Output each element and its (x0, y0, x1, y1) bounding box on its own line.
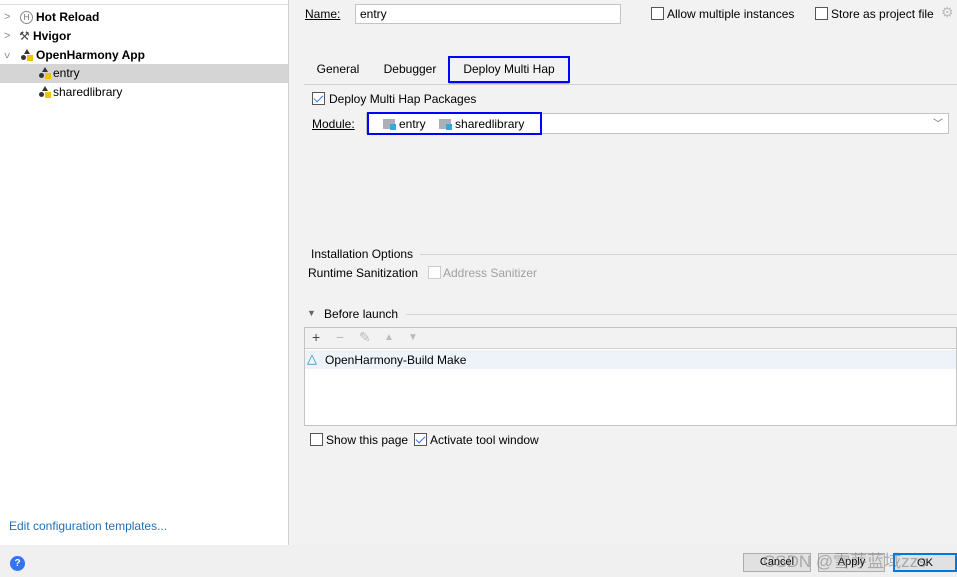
hammer-icon: ⚒ (19, 29, 30, 43)
before-launch-toolbar (305, 328, 956, 349)
module-label: Module: (312, 117, 355, 131)
edit-pencil-icon[interactable]: ✎ (359, 329, 371, 346)
before-launch-heading[interactable]: Before launch (324, 307, 398, 321)
name-label: Name: (305, 7, 341, 21)
chevron-right-icon: > (4, 30, 11, 42)
tree-item-sharedlibrary[interactable]: sharedlibrary (0, 83, 288, 102)
runtime-sanitization-label: Runtime Sanitization (308, 266, 419, 280)
chevron-down-icon: > (0, 52, 13, 59)
deploy-multi-hap-packages-checkbox[interactable] (312, 92, 325, 105)
before-launch-list: △ OpenHarmony-Build Make (304, 327, 957, 426)
gear-icon[interactable]: ⚙ (941, 4, 954, 21)
divider (420, 254, 957, 255)
move-down-icon[interactable]: ▼ (408, 332, 418, 343)
allow-multiple-instances-checkbox[interactable] (651, 7, 664, 20)
openharmony-app-icon (39, 86, 51, 98)
tab-divider (304, 84, 957, 85)
installation-options-heading: Installation Options (311, 247, 414, 261)
tree-toolbar (0, 0, 288, 5)
module-folder-icon (439, 119, 453, 130)
tree-item-label: Hvigor (33, 29, 72, 43)
address-sanitizer-label: Address Sanitizer (443, 266, 538, 280)
hot-reload-icon: H (20, 11, 33, 24)
tree-item-hot-reload[interactable]: > H Hot Reload (0, 8, 288, 27)
store-as-project-file-checkbox[interactable] (815, 7, 828, 20)
tree-item-entry[interactable]: entry (0, 64, 288, 83)
module-highlight: entry sharedlibrary (367, 112, 542, 135)
activate-tool-window-label: Activate tool window (430, 433, 539, 447)
collapse-triangle-icon[interactable]: ▼ (307, 308, 316, 318)
address-sanitizer-checkbox[interactable] (428, 266, 441, 279)
remove-icon[interactable]: − (336, 329, 344, 345)
chevron-right-icon: > (4, 11, 11, 23)
tree-item-label: OpenHarmony App (36, 48, 145, 62)
divider (406, 314, 957, 315)
name-input[interactable] (355, 4, 621, 24)
openharmony-app-icon (39, 67, 51, 79)
tab-deploy-multi-hap[interactable]: Deploy Multi Hap (448, 56, 570, 83)
watermark: CSDN @雪芽蓝域zzs (763, 552, 927, 571)
module-folder-icon (383, 119, 396, 130)
module-select[interactable]: entry sharedlibrary ﹀ (366, 112, 949, 135)
edit-configuration-templates-link[interactable]: Edit configuration templates... (9, 519, 167, 533)
tree-item-label: Hot Reload (36, 10, 100, 24)
configuration-tree-panel: > H Hot Reload > ⚒ Hvigor > OpenHarmony … (0, 0, 289, 545)
tree-item-label: entry (53, 66, 80, 80)
module-sharedlibrary: sharedlibrary (455, 117, 525, 131)
task-label: OpenHarmony-Build Make (325, 353, 467, 367)
store-as-project-file-label: Store as project file (831, 7, 934, 21)
tree-item-openharmony-app[interactable]: > OpenHarmony App (0, 46, 288, 65)
activate-tool-window-checkbox[interactable] (414, 433, 427, 446)
chevron-down-icon: ﹀ (933, 119, 943, 130)
tree-item-hvigor[interactable]: > ⚒ Hvigor (0, 27, 288, 46)
show-this-page-label: Show this page (326, 433, 409, 447)
allow-multiple-instances-label: Allow multiple instances (667, 7, 795, 21)
module-entry: entry (399, 117, 426, 131)
help-icon[interactable]: ? (10, 556, 25, 571)
tab-debugger[interactable]: Debugger (376, 56, 444, 82)
task-row[interactable]: △ OpenHarmony-Build Make (305, 350, 956, 369)
openharmony-app-icon (21, 49, 33, 61)
move-up-icon[interactable]: ▲ (384, 332, 394, 343)
openharmony-build-icon: △ (307, 351, 317, 366)
show-this-page-checkbox[interactable] (310, 433, 323, 446)
add-icon[interactable]: + (312, 329, 320, 345)
tree-item-label: sharedlibrary (53, 85, 123, 99)
deploy-multi-hap-packages-label: Deploy Multi Hap Packages (329, 92, 477, 106)
tab-general[interactable]: General (308, 56, 368, 82)
